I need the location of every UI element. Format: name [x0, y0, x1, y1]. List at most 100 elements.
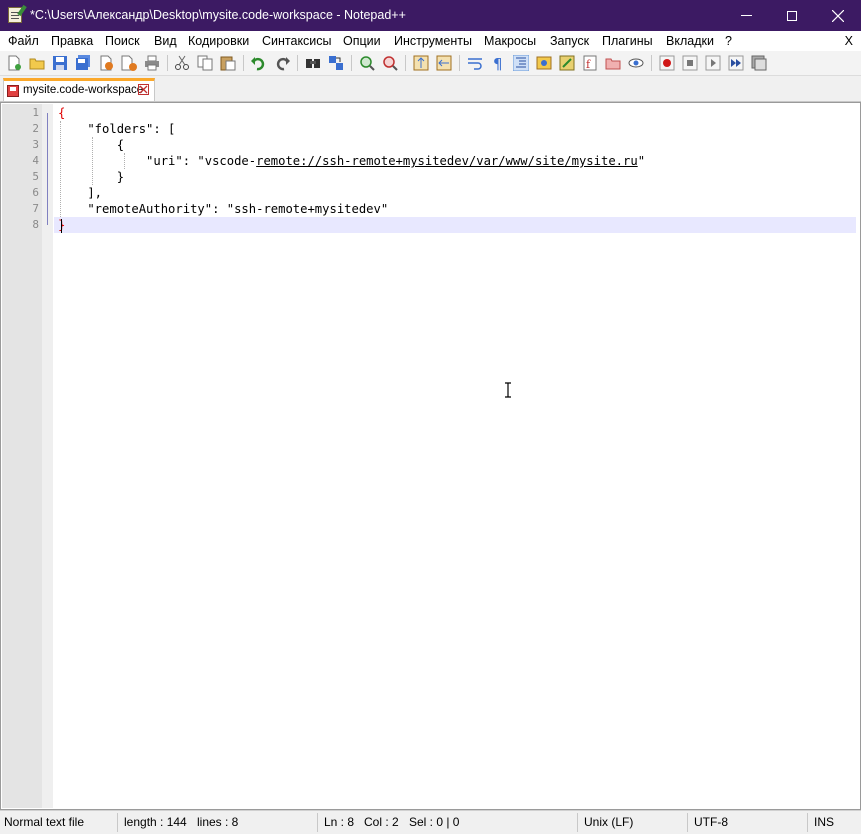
- minimize-button[interactable]: [723, 0, 769, 31]
- menu-run[interactable]: Запуск: [550, 34, 589, 48]
- svg-text:¶: ¶: [493, 55, 503, 71]
- current-line-highlight: [54, 217, 856, 233]
- line-number: 2: [32, 122, 39, 135]
- monitoring-icon[interactable]: [628, 55, 644, 71]
- status-insert-mode[interactable]: INS: [814, 815, 834, 829]
- save-icon[interactable]: [52, 55, 68, 71]
- play-macro-icon[interactable]: [705, 55, 721, 71]
- status-separator: [117, 813, 118, 832]
- word-wrap-icon[interactable]: [467, 55, 483, 71]
- status-encoding[interactable]: UTF-8: [694, 815, 728, 829]
- function-list-icon[interactable]: [559, 55, 575, 71]
- unsaved-file-icon: [7, 85, 19, 97]
- menu-language[interactable]: Синтаксисы: [262, 34, 332, 48]
- toolbar-separator: [297, 55, 298, 71]
- code-line: {: [58, 106, 66, 120]
- zoom-in-icon[interactable]: [359, 55, 375, 71]
- cut-icon[interactable]: [174, 55, 190, 71]
- toolbar-separator: [167, 55, 168, 71]
- language-icon[interactable]: [536, 55, 552, 71]
- document-map-icon[interactable]: f: [582, 55, 598, 71]
- line-number: 7: [32, 202, 39, 215]
- status-separator: [317, 813, 318, 832]
- sync-vertical-icon[interactable]: [413, 55, 429, 71]
- menu-edit[interactable]: Правка: [51, 34, 93, 48]
- status-length: length : 144: [124, 815, 187, 829]
- close-window-button[interactable]: [815, 0, 861, 31]
- code-text: ": [637, 154, 646, 168]
- code-line: "folders": [: [58, 122, 176, 136]
- line-number: 1: [32, 106, 39, 119]
- find-icon[interactable]: [305, 55, 321, 71]
- record-macro-icon[interactable]: [659, 55, 675, 71]
- maximize-button[interactable]: [769, 0, 815, 31]
- code-line: "remoteAuthority": "ssh-remote+mysitedev…: [58, 202, 389, 216]
- menu-search[interactable]: Поиск: [105, 34, 140, 48]
- code-line: ],: [58, 186, 103, 200]
- toolbar-separator: [351, 55, 352, 71]
- close-document-button[interactable]: X: [845, 34, 853, 48]
- menu-file[interactable]: Файл: [8, 34, 39, 48]
- indent-guide-icon[interactable]: [513, 55, 529, 71]
- save-all-icon[interactable]: [75, 55, 91, 71]
- menu-help[interactable]: ?: [725, 34, 732, 48]
- status-separator: [687, 813, 688, 832]
- status-eol[interactable]: Unix (LF): [584, 815, 633, 829]
- tab-label: mysite.code-workspace: [23, 84, 144, 96]
- line-number: 5: [32, 170, 39, 183]
- tab-close-icon[interactable]: [138, 84, 149, 95]
- status-separator: [577, 813, 578, 832]
- window-title: *C:\Users\Александр\Desktop\mysite.code-…: [30, 8, 406, 22]
- line-number: 4: [32, 154, 39, 167]
- run-macro-multiple-icon[interactable]: [728, 55, 744, 71]
- menu-window[interactable]: Вкладки: [666, 34, 714, 48]
- title-bar: *C:\Users\Александр\Desktop\mysite.code-…: [0, 0, 861, 31]
- menu-bar: Файл Правка Поиск Вид Кодировки Синтакси…: [0, 31, 861, 51]
- maximize-icon: [787, 10, 797, 21]
- status-sel: Sel : 0 | 0: [409, 815, 460, 829]
- status-col: Col : 2: [364, 815, 399, 829]
- menu-tools[interactable]: Инструменты: [394, 34, 472, 48]
- text-editor[interactable]: 1 2 3 4 5 6 7 8 { "folders": [ { "uri": …: [0, 102, 861, 810]
- tab-bar: mysite.code-workspace: [0, 76, 861, 102]
- toolbar-separator: [459, 55, 460, 71]
- line-number: 8: [32, 218, 39, 231]
- show-all-chars-icon[interactable]: ¶: [490, 55, 506, 71]
- sync-horizontal-icon[interactable]: [436, 55, 452, 71]
- close-all-icon[interactable]: [121, 55, 137, 71]
- new-file-icon[interactable]: [6, 55, 22, 71]
- status-bar: Normal text file length : 144 lines : 8 …: [0, 810, 861, 834]
- code-line: "uri": "vscode-remote://ssh-remote+mysit…: [58, 153, 645, 169]
- save-macro-icon[interactable]: [751, 55, 767, 71]
- menu-plugins[interactable]: Плагины: [602, 34, 653, 48]
- paste-icon[interactable]: [220, 55, 236, 71]
- line-number: 6: [32, 186, 39, 199]
- minimize-icon: [740, 15, 752, 16]
- toolbar-separator: [405, 55, 406, 71]
- status-lines: lines : 8: [197, 815, 239, 829]
- code-line: {: [58, 138, 125, 152]
- code-link[interactable]: remote://ssh-remote+mysitedev/var/www/si…: [256, 154, 638, 168]
- copy-icon[interactable]: [197, 55, 213, 71]
- ibeam-cursor-icon: [505, 382, 511, 398]
- redo-icon[interactable]: [274, 55, 290, 71]
- menu-macro[interactable]: Макросы: [484, 34, 536, 48]
- folder-workspace-icon[interactable]: [605, 55, 621, 71]
- code-text: "uri": "vscode-: [58, 154, 257, 168]
- open-file-icon[interactable]: [29, 55, 45, 71]
- notepad-icon[interactable]: [8, 7, 22, 23]
- toolbar: ¶ f: [0, 51, 861, 76]
- stop-macro-icon[interactable]: [682, 55, 698, 71]
- fold-guide: [47, 113, 48, 225]
- menu-view[interactable]: Вид: [154, 34, 177, 48]
- close-file-icon[interactable]: [98, 55, 114, 71]
- print-icon[interactable]: [144, 55, 160, 71]
- status-separator: [807, 813, 808, 832]
- zoom-out-icon[interactable]: [382, 55, 398, 71]
- tab-mysite-code-workspace[interactable]: mysite.code-workspace: [3, 78, 155, 101]
- undo-icon[interactable]: [251, 55, 267, 71]
- text-caret: [61, 219, 62, 233]
- menu-encoding[interactable]: Кодировки: [188, 34, 249, 48]
- replace-icon[interactable]: [328, 55, 344, 71]
- menu-settings[interactable]: Опции: [343, 34, 381, 48]
